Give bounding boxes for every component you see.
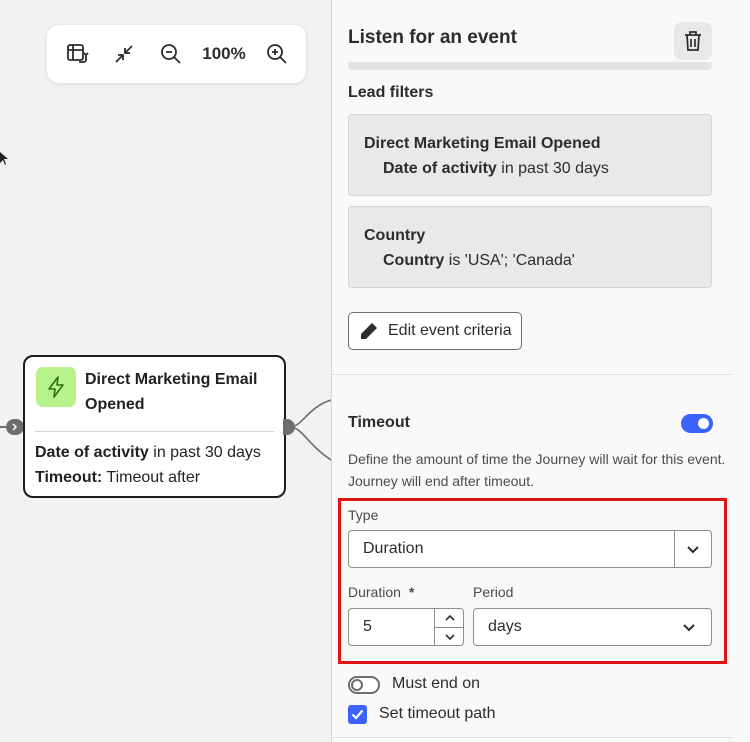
node-timeout-value: Timeout after	[102, 469, 201, 486]
section-divider	[332, 374, 732, 375]
event-settings-panel: Listen for an event Lead filters Direct …	[331, 0, 750, 742]
chevron-right-icon	[12, 423, 18, 431]
zoom-in-icon	[267, 44, 287, 64]
trash-icon	[685, 31, 701, 51]
type-select[interactable]: Duration	[348, 530, 712, 568]
edit-event-criteria-label: Edit event criteria	[388, 322, 512, 339]
filter-card-detail: Date of activity in past 30 days	[383, 160, 609, 178]
node-activity-line: Date of activity in past 30 days	[35, 441, 261, 465]
checkmark-icon	[351, 709, 364, 720]
type-select-value: Duration	[363, 540, 424, 557]
filter-detail-value: is 'USA'; 'Canada'	[444, 252, 575, 269]
period-label: Period	[473, 584, 514, 600]
filter-card-email-opened: Direct Marketing Email Opened Date of ac…	[348, 114, 712, 196]
duration-input[interactable]: 5	[348, 608, 464, 646]
collapse-icon	[115, 45, 133, 63]
node-activity-value: in past 30 days	[148, 444, 261, 461]
journey-node-event[interactable]: Direct Marketing Email Opened Date of ac…	[23, 355, 286, 498]
pencil-icon	[361, 323, 377, 339]
zoom-out-icon	[161, 44, 181, 64]
chevron-down-icon	[687, 546, 699, 554]
filter-card-detail: Country is 'USA'; 'Canada'	[383, 252, 575, 270]
chevron-down-icon	[444, 633, 455, 640]
scroll-remnant	[348, 62, 712, 70]
must-end-on-toggle[interactable]	[348, 676, 380, 694]
journey-canvas[interactable]: 100% Direct Marketing Email Opened Date …	[0, 0, 331, 742]
lead-filters-heading: Lead filters	[348, 84, 434, 101]
period-select-value: days	[488, 618, 522, 635]
fit-view-icon	[67, 44, 89, 63]
set-timeout-path-label: Set timeout path	[379, 705, 496, 722]
node-title: Direct Marketing Email Opened	[85, 371, 258, 413]
filter-card-title: Direct Marketing Email Opened	[364, 135, 601, 152]
timeout-heading: Timeout	[348, 414, 410, 431]
node-timeout-label: Timeout:	[35, 469, 103, 486]
outgoing-connectors	[290, 399, 331, 461]
node-divider	[35, 431, 274, 432]
duration-stepper	[434, 609, 464, 645]
chevron-up-icon	[444, 614, 455, 621]
required-mark: *	[408, 584, 415, 600]
set-timeout-path-checkbox[interactable]	[348, 705, 367, 724]
mouse-cursor-icon	[0, 152, 8, 165]
increment-button[interactable]	[435, 609, 464, 627]
collapse-button[interactable]	[107, 37, 141, 71]
select-divider	[674, 531, 675, 567]
edit-event-criteria-button[interactable]: Edit event criteria	[348, 312, 522, 350]
canvas-toolbar: 100%	[47, 25, 306, 83]
lightning-icon	[48, 376, 64, 398]
delete-button[interactable]	[674, 22, 712, 60]
duration-label-group: Duration *	[348, 584, 414, 600]
timeout-description: Define the amount of time the Journey wi…	[348, 451, 726, 489]
type-label: Type	[348, 507, 379, 523]
must-end-on-label: Must end on	[392, 675, 481, 692]
filter-detail-label: Date of activity	[383, 160, 497, 177]
duration-value: 5	[363, 618, 372, 635]
period-select[interactable]: days	[473, 608, 712, 646]
node-icon-container	[36, 367, 76, 407]
filter-detail-label: Country	[383, 252, 445, 269]
zoom-level: 100%	[202, 44, 246, 63]
timeout-toggle[interactable]	[681, 414, 713, 433]
input-port[interactable]	[6, 419, 24, 435]
duration-label: Duration	[348, 584, 401, 600]
panel-title: Listen for an event	[348, 27, 517, 48]
filter-card-title: Country	[364, 227, 426, 244]
node-timeout-line: Timeout: Timeout after	[35, 466, 200, 490]
node-activity-label: Date of activity	[35, 444, 149, 461]
filter-card-country: Country Country is 'USA'; 'Canada'	[348, 206, 712, 288]
decrement-button[interactable]	[435, 627, 464, 645]
zoom-in-button[interactable]	[260, 37, 294, 71]
zoom-out-button[interactable]	[154, 37, 188, 71]
section-divider	[332, 737, 732, 738]
filter-detail-value: in past 30 days	[496, 160, 609, 177]
fit-view-button[interactable]	[60, 37, 94, 71]
chevron-down-icon	[683, 624, 695, 632]
